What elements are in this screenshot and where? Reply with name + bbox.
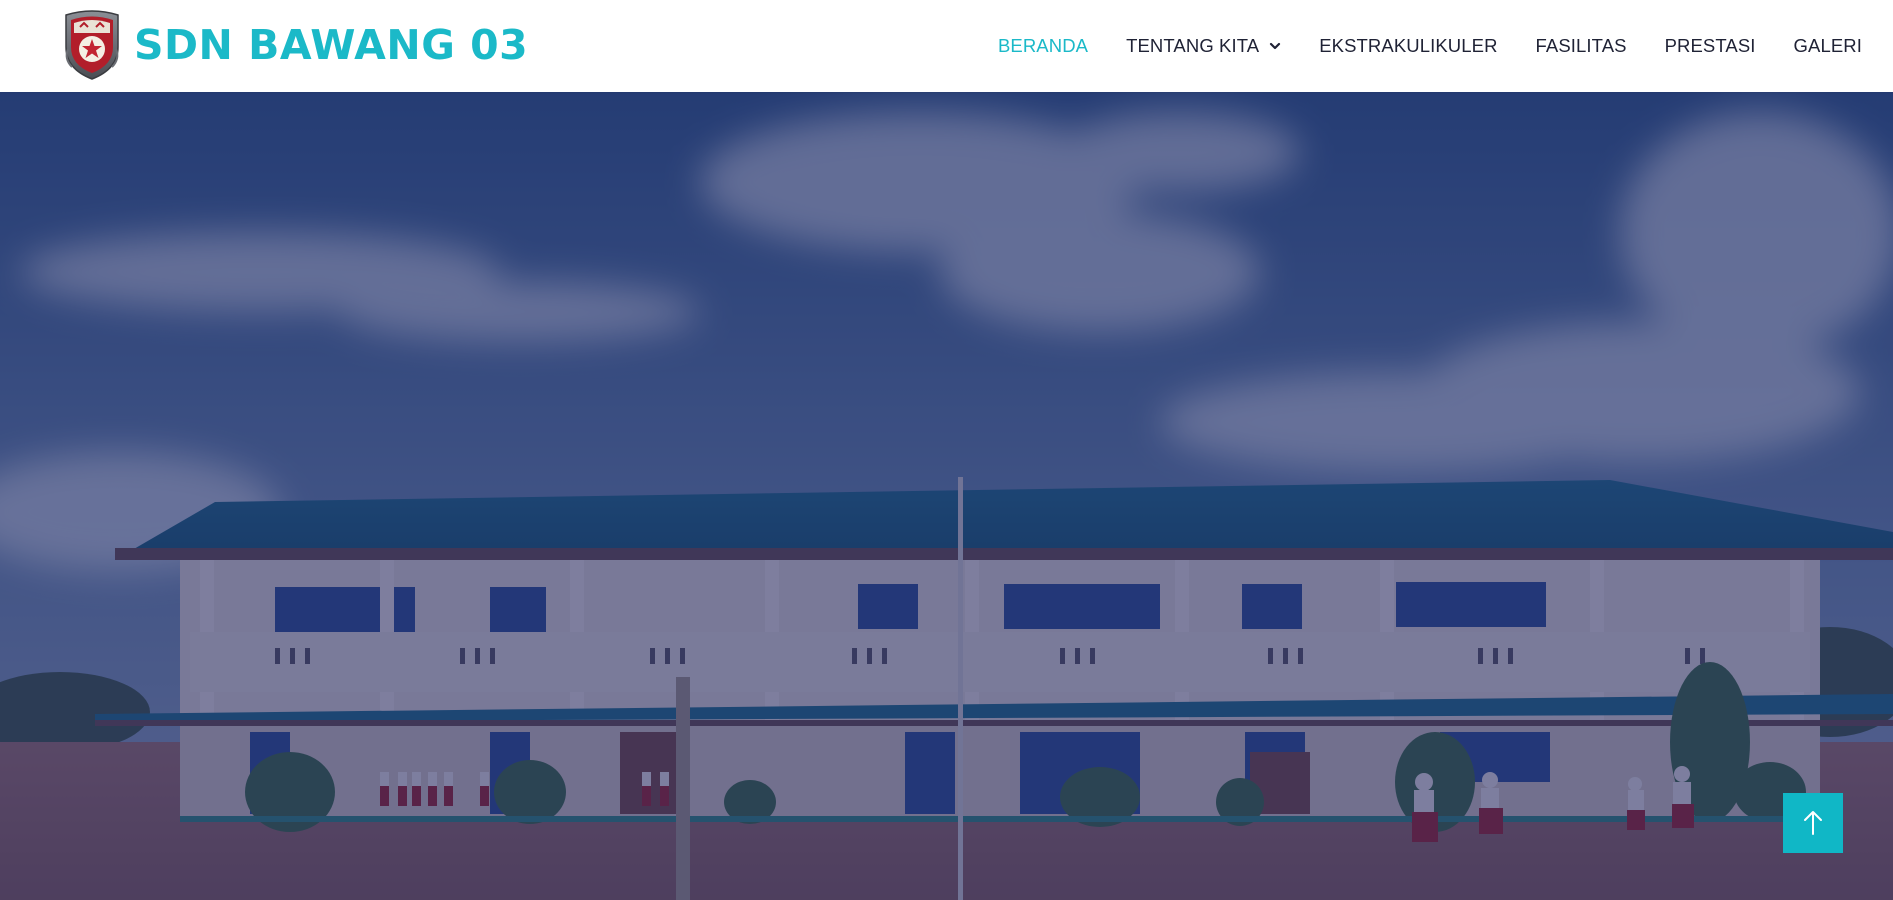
- nav-item-ekstrakulikuler: EKSTRAKULIKULER: [1319, 35, 1497, 57]
- hero-overlay: [0, 92, 1893, 900]
- nav-item-prestasi: PRESTASI: [1665, 35, 1756, 57]
- navbar: SDN BAWANG 03 BERANDA TENTANG KITA EKSTR…: [0, 0, 1893, 92]
- arrow-up-icon: [1804, 811, 1822, 835]
- nav-link-ekstrakulikuler[interactable]: EKSTRAKULIKULER: [1319, 35, 1497, 57]
- nav-link-tentang-kita[interactable]: TENTANG KITA: [1126, 35, 1281, 57]
- brand-name: SDN BAWANG 03: [134, 21, 529, 69]
- nav-link-tentang-kita-label: TENTANG KITA: [1126, 35, 1260, 56]
- nav-link-prestasi[interactable]: PRESTASI: [1665, 35, 1756, 57]
- nav-item-galeri: GALERI: [1794, 35, 1862, 57]
- school-crest-icon: [65, 10, 119, 80]
- nav-item-tentang-kita: TENTANG KITA: [1126, 35, 1281, 57]
- chevron-down-icon: [1270, 42, 1281, 50]
- nav-item-beranda: BERANDA: [998, 35, 1088, 57]
- back-to-top-button[interactable]: [1783, 793, 1843, 853]
- hero-section: [0, 92, 1893, 900]
- nav-link-galeri[interactable]: GALERI: [1794, 35, 1862, 57]
- brand-link[interactable]: SDN BAWANG 03: [60, 9, 528, 81]
- nav-link-fasilitas[interactable]: FASILITAS: [1536, 35, 1627, 57]
- nav-link-beranda[interactable]: BERANDA: [998, 35, 1088, 57]
- nav-item-fasilitas: FASILITAS: [1536, 35, 1627, 57]
- main-menu: BERANDA TENTANG KITA EKSTRAKULIKULER FAS…: [960, 0, 1862, 92]
